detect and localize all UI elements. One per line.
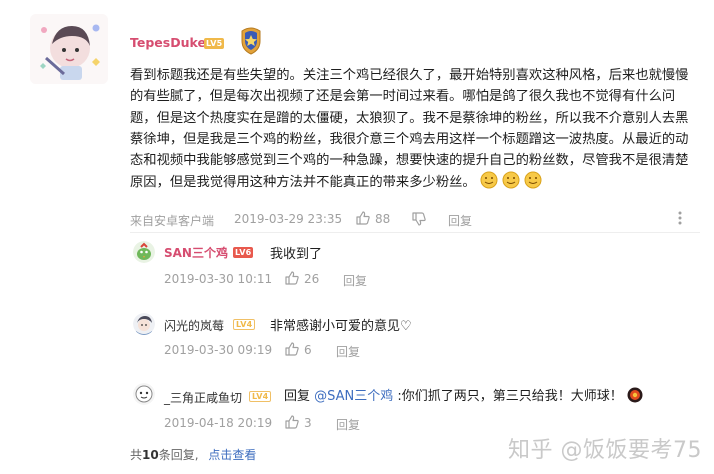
dislike-icon[interactable] <box>411 211 427 231</box>
like-count: 88 <box>375 212 391 226</box>
reply-button[interactable]: 回复 <box>336 343 360 360</box>
avatar[interactable] <box>133 383 155 405</box>
level-badge: LV4 <box>233 319 256 330</box>
reply-button[interactable]: 回复 <box>336 416 360 433</box>
summary-suffix: 条回复, <box>158 448 199 462</box>
like-icon[interactable] <box>355 210 371 226</box>
comment-text: 看到标题我还是有些失望的。关注三个鸡已经很久了，最开始特别喜欢这种风格，后来也就… <box>130 68 689 191</box>
reply-prefix: 回复 <box>284 389 315 404</box>
reply-author-name[interactable]: 闪光的岚莓 <box>164 317 224 334</box>
expand-replies-link[interactable]: 点击查看 <box>208 448 256 462</box>
medal-badge-icon <box>236 25 266 55</box>
reply-author-name[interactable]: SAN三个鸡 <box>164 244 228 261</box>
summary-prefix: 共 <box>130 448 143 462</box>
like-count: 3 <box>304 416 312 430</box>
reply-summary: 共10条回复, 点击查看 <box>130 446 256 463</box>
reply-button[interactable]: 回复 <box>343 272 367 289</box>
reply-author-name[interactable]: _三角正咸鱼切 <box>164 389 242 406</box>
like-count: 26 <box>304 272 320 286</box>
level-badge: LV6 <box>233 247 254 258</box>
like-icon[interactable] <box>284 414 300 434</box>
reply-text: 回复 @SAN三个鸡 :你们抓了两只，第三只给我！大师球！ <box>284 385 643 407</box>
pokeball-emoji-icon <box>627 387 643 407</box>
reply-timestamp: 2019-03-30 10:11 <box>164 272 273 286</box>
smile-emoji-icon <box>480 171 542 189</box>
like-count: 6 <box>304 343 312 357</box>
reply-body: :你们抓了两只，第三只给我！大师球！ <box>393 389 623 404</box>
reply-timestamp: 2019-03-30 09:19 <box>164 343 273 357</box>
comment-body: 看到标题我还是有些失望的。关注三个鸡已经很久了，最开始特别喜欢这种风格，后来也就… <box>130 65 690 197</box>
level-badge: LV5 <box>204 38 225 49</box>
comment-author-name[interactable]: TepesDuke <box>130 35 206 50</box>
avatar[interactable] <box>133 241 155 263</box>
avatar[interactable] <box>30 14 108 84</box>
reply-count: 10 <box>142 448 159 462</box>
mention-link[interactable]: @SAN三个鸡 <box>314 389 393 404</box>
reply-button[interactable]: 回复 <box>448 212 472 229</box>
watermark: 知乎 @饭饭要考75 <box>508 438 702 463</box>
comment-timestamp: 2019-03-29 23:35 <box>234 212 343 226</box>
divider <box>130 232 700 233</box>
level-badge: LV4 <box>249 391 272 402</box>
emoji-group <box>480 171 542 196</box>
avatar[interactable] <box>133 313 155 335</box>
like-icon[interactable] <box>284 270 300 290</box>
reply-text: 我收到了 <box>270 247 323 262</box>
reply-timestamp: 2019-04-18 20:19 <box>164 416 273 430</box>
like-icon[interactable] <box>284 341 300 361</box>
reply-text: 非常感谢小可爱的意见♡ <box>270 319 412 334</box>
more-vertical-icon[interactable] <box>677 210 683 230</box>
comment-source: 来自安卓客户端 <box>130 214 215 228</box>
